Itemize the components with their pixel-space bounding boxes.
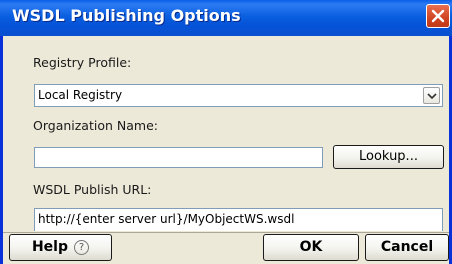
help-button-label: Help (31, 239, 69, 255)
help-icon: ? (74, 240, 90, 255)
ok-button-label: OK (299, 239, 323, 255)
title-bar[interactable]: WSDL Publishing Options (0, 0, 452, 36)
separator (3, 232, 449, 233)
close-button[interactable] (426, 4, 450, 28)
cancel-button-label: Cancel (380, 239, 434, 255)
registry-profile-value: Local Registry (38, 88, 123, 102)
ok-button[interactable]: OK (263, 234, 359, 261)
wsdl-url-label: WSDL Publish URL: (33, 182, 152, 197)
close-icon (431, 9, 445, 23)
organization-name-label: Organization Name: (33, 118, 158, 133)
dropdown-button[interactable] (423, 87, 440, 104)
window-title: WSDL Publishing Options (12, 6, 241, 25)
registry-profile-label: Registry Profile: (33, 55, 132, 70)
chevron-down-icon (427, 93, 437, 99)
wsdl-publishing-options-dialog: WSDL Publishing Options Registry Profile… (0, 0, 452, 264)
organization-name-input[interactable] (34, 147, 323, 168)
wsdl-url-input[interactable]: http://{enter server url}/MyObjectWS.wsd… (34, 208, 443, 232)
help-button[interactable]: Help? (9, 234, 112, 261)
wsdl-url-value: http://{enter server url}/MyObjectWS.wsd… (38, 212, 295, 226)
lookup-button[interactable]: Lookup... (333, 145, 444, 169)
registry-profile-select[interactable]: Local Registry (34, 84, 443, 107)
cancel-button[interactable]: Cancel (365, 234, 449, 261)
lookup-button-label: Lookup... (359, 149, 418, 164)
